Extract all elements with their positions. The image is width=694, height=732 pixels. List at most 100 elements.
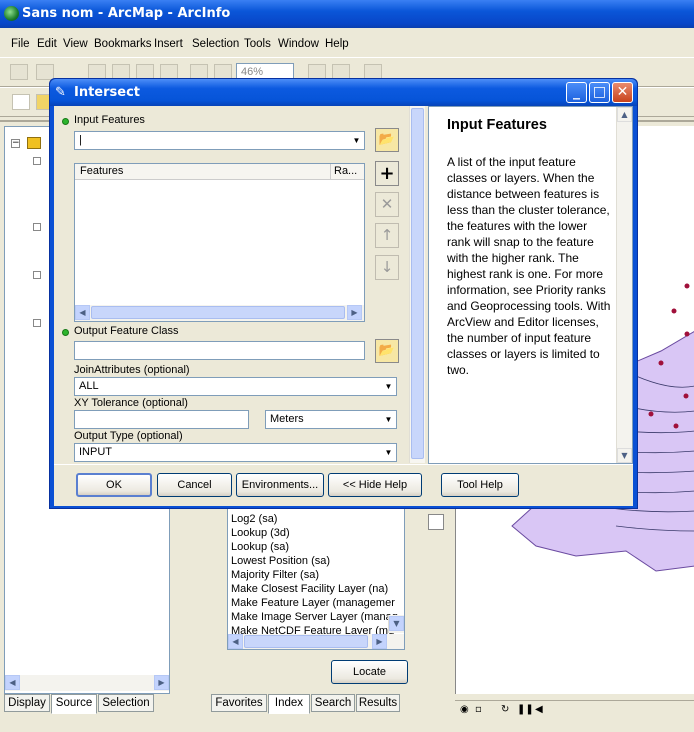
zoom-in-icon[interactable] (10, 64, 28, 80)
chevron-down-icon[interactable]: ▼ (349, 132, 364, 149)
list-item[interactable]: Lookup (3d) (228, 526, 404, 540)
parameters-panel: Input Features | ▼ 📂 Features Ra... ◀ ▶ … (54, 106, 429, 462)
menu-file[interactable]: File (11, 35, 30, 53)
ok-button[interactable]: OK (76, 473, 152, 497)
output-feature-class-field[interactable] (74, 341, 365, 360)
tab-selection[interactable]: Selection (98, 694, 154, 712)
tab-favorites[interactable]: Favorites (211, 694, 267, 712)
tab-index[interactable]: Index (268, 694, 310, 714)
maximize-button[interactable]: □ (589, 82, 610, 103)
help-title: Input Features (447, 117, 547, 133)
toc-hscroll[interactable]: ◀ ▶ (5, 675, 169, 691)
list-hscroll[interactable]: ◀ ▶ (228, 634, 404, 649)
tab-source[interactable]: Source (51, 694, 97, 714)
map-status-bar: ◉ ▫ ↻ ❚❚ ◀ (455, 700, 694, 720)
layer-node[interactable] (33, 223, 41, 231)
minimize-button[interactable]: _ (566, 82, 587, 103)
pause-icon[interactable]: ❚❚ (517, 704, 534, 715)
column-header-features[interactable]: Features (75, 164, 331, 180)
scroll-left-icon[interactable]: ◀ (5, 675, 20, 690)
menu-tools[interactable]: Tools (244, 35, 271, 53)
map-point (658, 360, 664, 366)
xy-units-value: Meters (270, 413, 304, 425)
table-hscroll[interactable]: ◀ ▶ (75, 305, 364, 321)
chevron-down-icon[interactable]: ▼ (381, 411, 396, 428)
xy-tolerance-field[interactable] (74, 410, 249, 429)
list-item[interactable]: Majority Filter (sa) (228, 568, 404, 582)
input-features-table[interactable]: Features Ra... ◀ ▶ (74, 163, 365, 322)
chevron-down-icon[interactable]: ▼ (381, 378, 396, 395)
tool-index-list[interactable]: Log2 (sa) Lookup (3d) Lookup (sa) Lowest… (227, 502, 405, 650)
required-dot-icon (62, 118, 69, 125)
hammer-icon: ✎ (55, 85, 66, 100)
column-header-rank[interactable]: Ra... (331, 164, 364, 180)
output-type-select[interactable]: INPUT ▼ (74, 443, 397, 462)
scroll-thumb[interactable] (411, 108, 424, 459)
zoom-to-icon[interactable] (428, 514, 444, 530)
tab-display[interactable]: Display (4, 694, 50, 712)
tool-help-button[interactable]: Tool Help (441, 473, 519, 497)
menu-edit[interactable]: Edit (37, 35, 57, 53)
form-vscroll[interactable] (409, 106, 425, 463)
menu-insert[interactable]: Insert (154, 35, 183, 53)
input-features-value: | (79, 134, 82, 146)
scroll-thumb[interactable] (244, 635, 368, 648)
list-item[interactable]: Make Image Server Layer (manag (228, 610, 404, 624)
new-document-icon[interactable] (12, 94, 30, 110)
scroll-right-icon[interactable]: ▶ (347, 305, 362, 320)
zoom-out-icon[interactable] (36, 64, 54, 80)
list-vscroll[interactable]: ▼ (388, 615, 404, 633)
data-view-icon[interactable]: ◉ (460, 704, 469, 715)
scroll-left-icon[interactable]: ◀ (228, 634, 243, 649)
layer-node[interactable] (33, 271, 41, 279)
collapse-icon[interactable]: − (11, 139, 20, 148)
refresh-icon[interactable]: ↻ (501, 704, 509, 715)
environments-button[interactable]: Environments... (236, 473, 324, 497)
menu-view[interactable]: View (63, 35, 88, 53)
browse-output-button[interactable]: 📂 (375, 339, 399, 363)
chevron-down-icon[interactable]: ▼ (381, 444, 396, 461)
scroll-down-icon[interactable]: ▼ (617, 448, 632, 463)
list-item[interactable]: Lookup (sa) (228, 540, 404, 554)
xy-units-select[interactable]: Meters ▼ (265, 410, 397, 429)
join-attributes-value: ALL (79, 380, 99, 392)
locate-button[interactable]: Locate (331, 660, 408, 684)
scroll-up-icon[interactable]: ▲ (617, 107, 632, 122)
list-item[interactable]: Log2 (sa) (228, 512, 404, 526)
hide-help-button[interactable]: << Hide Help (328, 473, 422, 497)
move-down-button[interactable]: ↓ (375, 255, 399, 280)
move-up-button[interactable]: ↑ (375, 223, 399, 248)
layer-node[interactable] (33, 157, 41, 165)
scroll-thumb[interactable] (91, 306, 345, 319)
join-attributes-select[interactable]: ALL ▼ (74, 377, 397, 396)
scroll-left-icon[interactable]: ◀ (75, 305, 90, 320)
browse-input-button[interactable]: 📂 (375, 128, 399, 152)
output-feature-class-label: Output Feature Class (74, 325, 179, 337)
help-vscroll[interactable]: ▲ ▼ (616, 107, 632, 463)
arcmap-logo-icon (4, 6, 19, 21)
menu-selection[interactable]: Selection (192, 35, 239, 53)
menu-window[interactable]: Window (278, 35, 319, 53)
tab-results[interactable]: Results (356, 694, 400, 712)
map-point (683, 393, 689, 399)
tab-search[interactable]: Search (311, 694, 355, 712)
scroll-right-icon[interactable]: ▶ (154, 675, 169, 690)
add-row-button[interactable]: + (375, 161, 399, 186)
cancel-button[interactable]: Cancel (157, 473, 232, 497)
xy-tolerance-label: XY Tolerance (optional) (74, 397, 188, 409)
list-item[interactable]: Lowest Position (sa) (228, 554, 404, 568)
list-item[interactable]: Make Feature Layer (managemer (228, 596, 404, 610)
scroll-down-icon[interactable]: ▼ (389, 616, 404, 631)
scroll-right-icon[interactable]: ▶ (372, 634, 387, 649)
layer-node[interactable] (33, 319, 41, 327)
close-button[interactable]: ✕ (612, 82, 633, 103)
menu-help[interactable]: Help (325, 35, 349, 53)
list-item[interactable]: Make Closest Facility Layer (na) (228, 582, 404, 596)
dialog-body: Input Features | ▼ 📂 Features Ra... ◀ ▶ … (54, 106, 633, 506)
input-features-field[interactable]: | ▼ (74, 131, 365, 150)
remove-row-button[interactable]: ✕ (375, 192, 399, 217)
menu-bookmarks[interactable]: Bookmarks (94, 35, 152, 53)
layout-view-icon[interactable]: ▫ (475, 704, 482, 715)
map-point (684, 283, 690, 289)
scroll-left-icon[interactable]: ◀ (535, 704, 543, 715)
